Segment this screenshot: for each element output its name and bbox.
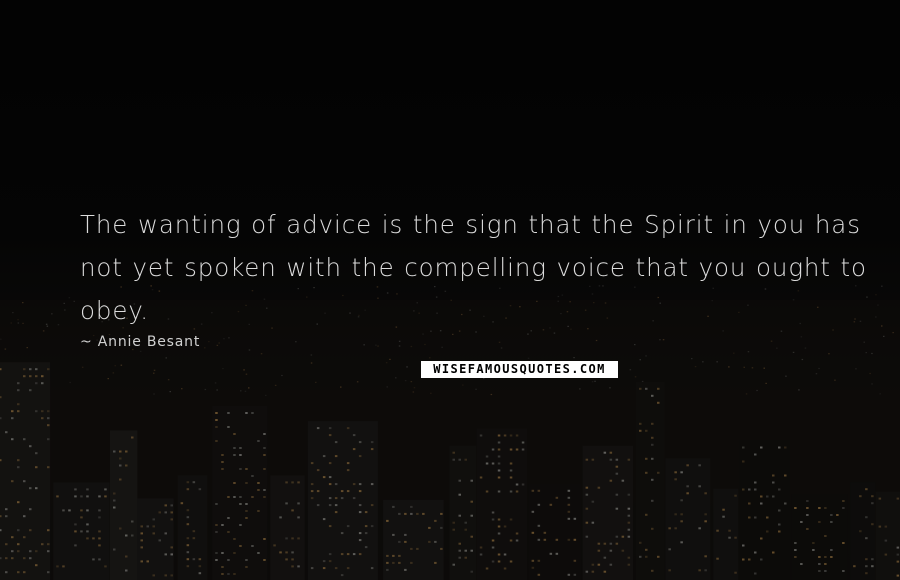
quote-card: The wanting of advice is the sign that t… xyxy=(0,0,900,580)
watermark-logo: WISEFAMOUSQUOTES.COM xyxy=(421,361,618,378)
quote-author: ~ Annie Besant xyxy=(80,334,201,350)
quote-text: The wanting of advice is the sign that t… xyxy=(80,210,867,325)
